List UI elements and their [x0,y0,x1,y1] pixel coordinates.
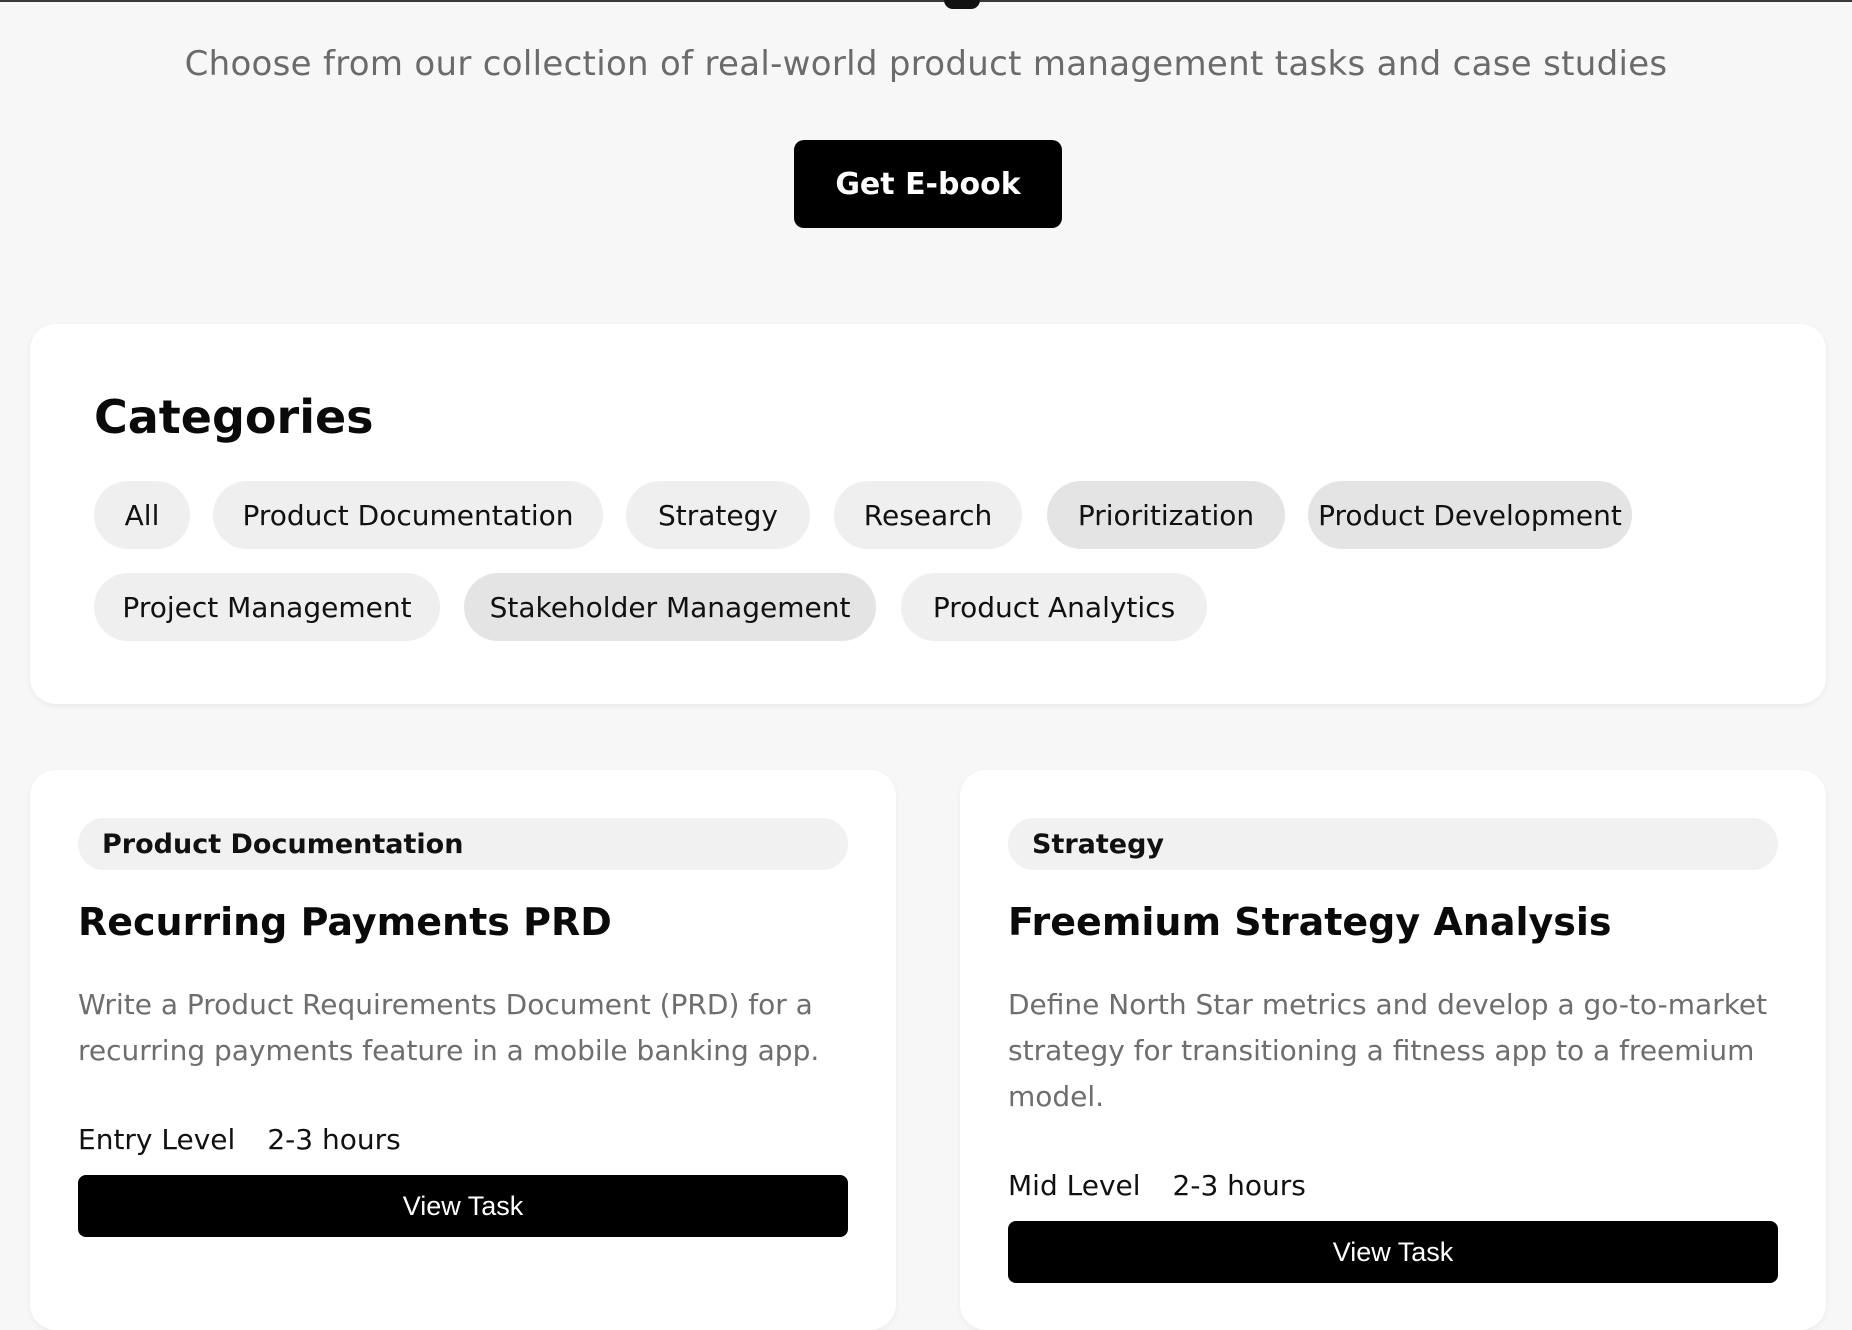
task-card-freemium-strategy: Strategy Freemium Strategy Analysis Defi… [960,770,1826,1330]
task-meta: Entry Level 2-3 hours [78,1123,401,1156]
category-chip-research[interactable]: Research [834,481,1022,549]
view-task-button[interactable]: View Task [1008,1221,1778,1283]
get-ebook-button[interactable]: Get E-book [794,140,1062,228]
view-task-button[interactable]: View Task [78,1175,848,1237]
category-chip-strategy[interactable]: Strategy [626,481,810,549]
task-meta: Mid Level 2-3 hours [1008,1169,1306,1202]
category-chip-all[interactable]: All [94,481,190,549]
task-title: Recurring Payments PRD [78,900,612,944]
task-level: Entry Level [78,1123,236,1156]
category-chip-product-documentation[interactable]: Product Documentation [213,481,603,549]
task-duration: 2-3 hours [267,1123,401,1156]
task-card-recurring-payments: Product Documentation Recurring Payments… [30,770,896,1330]
task-description: Define North Star metrics and develop a … [1008,988,1768,1113]
category-chip-product-development[interactable]: Product Development [1308,481,1632,549]
task-level: Mid Level [1008,1169,1141,1202]
page-heading-remnant [944,0,980,9]
task-title: Freemium Strategy Analysis [1008,900,1612,944]
categories-title: Categories [94,390,374,444]
top-divider [0,0,1852,2]
category-chip-product-analytics[interactable]: Product Analytics [901,573,1207,641]
category-chip-prioritization[interactable]: Prioritization [1047,481,1285,549]
category-chip-project-management[interactable]: Project Management [94,573,440,641]
task-description: Write a Product Requirements Document (P… [78,988,820,1067]
task-duration: 2-3 hours [1172,1169,1306,1202]
page-subtitle: Choose from our collection of real-world… [184,44,1668,84]
task-category-tag: Strategy [1008,818,1778,870]
category-chip-stakeholder-management[interactable]: Stakeholder Management [464,573,876,641]
categories-panel: Categories All Product Documentation Str… [30,324,1826,704]
task-category-tag: Product Documentation [78,818,848,870]
